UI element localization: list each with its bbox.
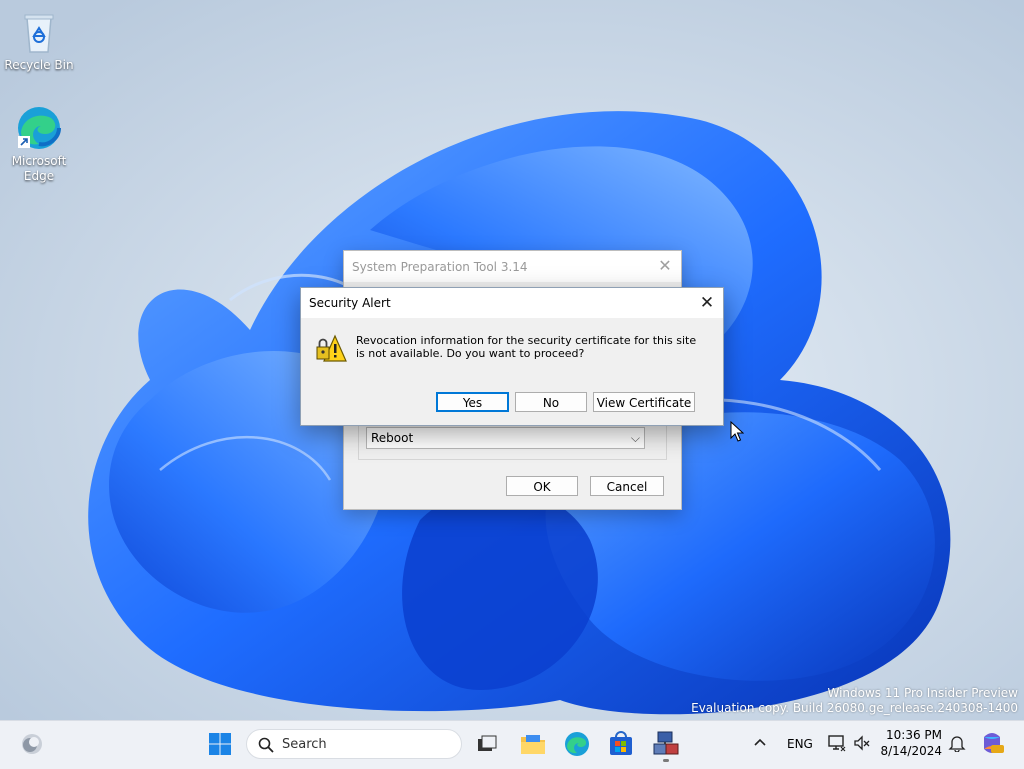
shutdown-options-select[interactable]: Reboot ⌵ <box>366 427 645 449</box>
close-icon[interactable]: ✕ <box>697 293 717 313</box>
warning-lock-icon <box>315 333 347 365</box>
watermark-line-1: Windows 11 Pro Insider Preview <box>827 686 1018 700</box>
security-alert-dialog: Security Alert ✕ Revocation information … <box>300 287 724 426</box>
watermark-line-2: Evaluation copy. Build 26080.ge_release.… <box>691 701 1018 715</box>
search-icon <box>258 737 274 753</box>
recycle-bin-icon <box>15 8 63 56</box>
task-view-icon[interactable] <box>476 734 498 754</box>
taskbar-clock[interactable]: 10:36 PM 8/14/2024 <box>880 727 942 759</box>
cancel-button[interactable]: Cancel <box>590 476 664 496</box>
language-indicator[interactable]: ENG <box>787 737 813 751</box>
sysprep-titlebar[interactable]: System Preparation Tool 3.14 ✕ <box>344 251 681 282</box>
desktop-icon-recycle-bin[interactable]: Recycle Bin <box>3 8 75 73</box>
edge-icon <box>15 104 63 152</box>
chevron-up-icon[interactable] <box>752 735 768 751</box>
file-explorer-icon[interactable] <box>520 732 546 756</box>
desktop-icon-edge[interactable]: Microsoft Edge <box>3 104 75 184</box>
close-icon[interactable]: ✕ <box>655 256 675 276</box>
mouse-cursor-icon <box>730 421 744 442</box>
no-button[interactable]: No <box>515 392 587 412</box>
copilot-icon[interactable] <box>980 731 1004 755</box>
sysprep-title: System Preparation Tool 3.14 <box>352 260 528 274</box>
store-icon[interactable] <box>608 731 634 757</box>
security-alert-titlebar[interactable]: Security Alert ✕ <box>301 288 723 318</box>
active-app-indicator <box>663 759 669 762</box>
search-placeholder: Search <box>282 737 327 752</box>
view-certificate-button[interactable]: View Certificate <box>593 392 695 412</box>
start-button[interactable] <box>208 732 232 756</box>
notifications-icon[interactable] <box>948 734 966 753</box>
security-alert-title: Security Alert <box>309 296 391 310</box>
security-alert-message: Revocation information for the security … <box>356 334 697 360</box>
build-watermark: Windows 11 Pro Insider Preview Evaluatio… <box>691 686 1018 716</box>
windows-logo-icon <box>209 733 231 755</box>
ok-button[interactable]: OK <box>506 476 578 496</box>
widgets-icon[interactable] <box>20 732 44 756</box>
network-icon[interactable] <box>828 734 846 752</box>
desktop-icon-label: Microsoft Edge <box>11 154 67 183</box>
chevron-down-icon: ⌵ <box>630 431 640 445</box>
volume-muted-icon[interactable] <box>853 734 871 752</box>
shutdown-option-value: Reboot <box>371 431 414 445</box>
sysprep-app-icon[interactable] <box>652 730 680 762</box>
yes-button[interactable]: Yes <box>436 392 509 412</box>
clock-date: 8/14/2024 <box>880 744 942 758</box>
edge-taskbar-icon[interactable] <box>564 731 590 757</box>
clock-time: 10:36 PM <box>886 728 942 742</box>
desktop-icon-label: Recycle Bin <box>4 58 74 72</box>
taskbar-search-box[interactable]: Search <box>246 729 462 759</box>
